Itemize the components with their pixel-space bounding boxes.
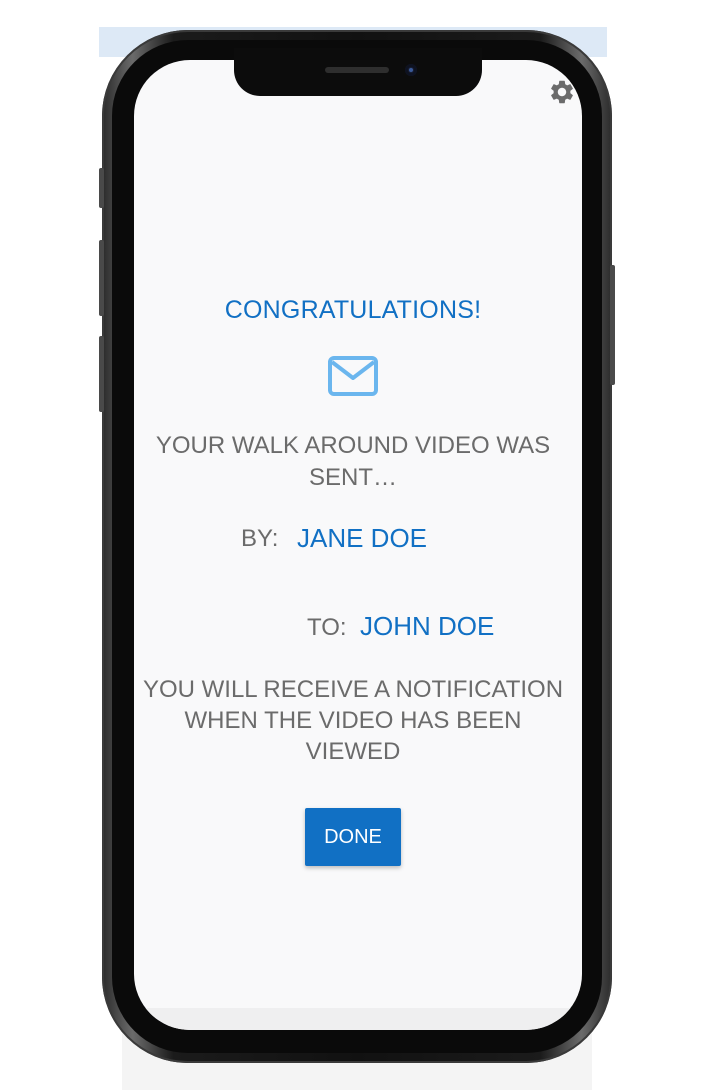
sender-name: JANE DOE (297, 523, 428, 553)
gear-icon[interactable] (548, 78, 576, 106)
sender-label: BY: (241, 525, 279, 552)
system-nav-bar (134, 1008, 582, 1030)
earpiece-speaker (325, 67, 389, 73)
done-button[interactable]: DONE (305, 808, 401, 866)
recipient-name: JOHN DOE (360, 611, 495, 641)
front-camera (405, 64, 417, 76)
notification-message: YOU WILL RECEIVE A NOTIFICATION WHEN THE… (142, 676, 564, 765)
recipient-label: TO: (307, 614, 347, 641)
sent-message: YOUR WALK AROUND VIDEO WAS SENT… (155, 432, 551, 491)
volume-down-button (99, 336, 104, 412)
envelope-icon (328, 356, 378, 396)
mute-switch (99, 168, 104, 208)
power-button (610, 265, 615, 385)
congratulations-title: CONGRATULATIONS! (224, 296, 482, 324)
volume-up-button (99, 240, 104, 316)
